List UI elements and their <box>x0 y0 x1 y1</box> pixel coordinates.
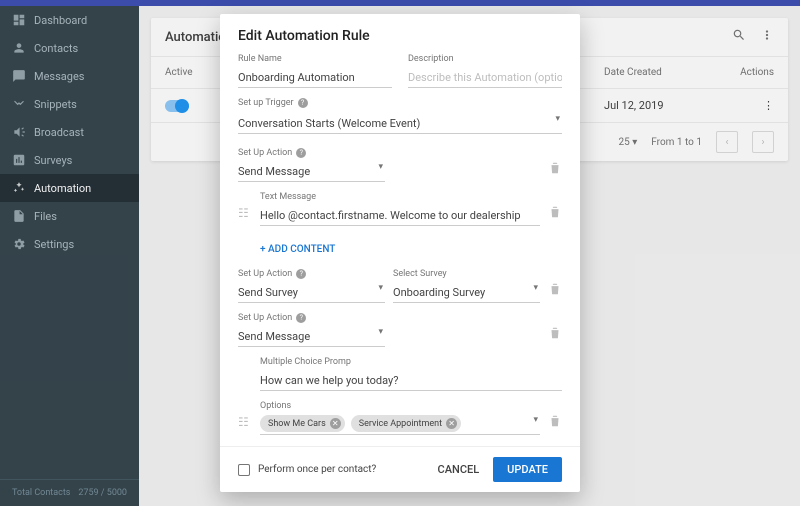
options-label: Options <box>260 401 540 411</box>
modal-overlay: Edit Automation Rule Rule Name Descripti… <box>0 0 800 506</box>
help-icon[interactable]: ? <box>296 148 306 158</box>
perform-once-checkbox[interactable] <box>238 464 250 476</box>
modal-title: Edit Automation Rule <box>220 14 580 54</box>
delete-content-icon[interactable] <box>548 414 562 435</box>
edit-rule-modal: Edit Automation Rule Rule Name Descripti… <box>220 14 580 492</box>
delete-action-icon[interactable] <box>548 326 562 347</box>
action1-select[interactable] <box>238 162 385 182</box>
survey-label: Select Survey <box>393 269 540 279</box>
help-icon[interactable]: ? <box>296 269 306 279</box>
perform-once-label: Perform once per contact? <box>258 464 424 475</box>
description-input[interactable] <box>408 68 562 88</box>
action-label: Set Up Action? <box>238 148 385 158</box>
survey-select[interactable] <box>393 283 540 303</box>
text-message-label: Text Message <box>260 192 540 202</box>
chip-remove-icon[interactable]: ✕ <box>330 418 341 429</box>
chip[interactable]: Service Appointment✕ <box>351 415 461 432</box>
action-label: Set Up Action? <box>238 269 385 279</box>
mc-prompt-input[interactable] <box>260 371 562 391</box>
trigger-label: Set up Trigger? <box>238 98 562 108</box>
rule-name-label: Rule Name <box>238 54 392 64</box>
text-message-input[interactable] <box>260 206 540 226</box>
drag-handle-icon[interactable]: ☷ <box>238 206 249 220</box>
options-chips[interactable]: Show Me Cars✕ Service Appointment✕ <box>260 413 540 435</box>
drag-handle-icon[interactable]: ☷ <box>238 415 249 429</box>
action2-select[interactable] <box>238 283 385 303</box>
chip[interactable]: Show Me Cars✕ <box>260 415 345 432</box>
help-icon[interactable]: ? <box>298 98 308 108</box>
delete-content-icon[interactable] <box>548 205 562 226</box>
chip-remove-icon[interactable]: ✕ <box>446 418 457 429</box>
rule-name-input[interactable] <box>238 68 392 88</box>
delete-action-icon[interactable] <box>548 161 562 182</box>
update-button[interactable]: UPDATE <box>493 457 562 482</box>
action-label: Set Up Action? <box>238 313 385 323</box>
add-content-button[interactable]: + ADD CONTENT <box>238 236 562 269</box>
trigger-select[interactable] <box>238 114 562 134</box>
delete-action-icon[interactable] <box>548 282 562 303</box>
description-label: Description <box>408 54 562 64</box>
mc-prompt-label: Multiple Choice Promp <box>260 357 562 367</box>
help-icon[interactable]: ? <box>296 313 306 323</box>
action3-select[interactable] <box>238 327 385 347</box>
cancel-button[interactable]: CANCEL <box>424 457 494 482</box>
